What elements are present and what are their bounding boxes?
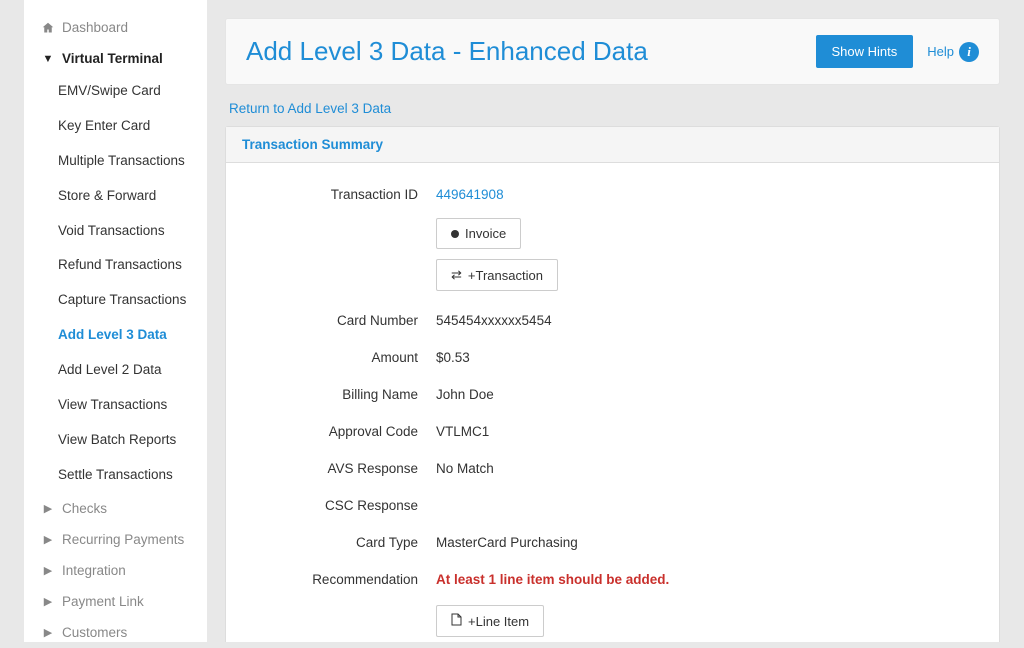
invoice-button[interactable]: Invoice (436, 218, 521, 249)
value-card-type: MasterCard Purchasing (436, 535, 979, 550)
value-card-number: 545454xxxxxx5454 (436, 313, 979, 328)
row-transaction-id: Transaction ID 449641908 Invoice ⇄ +Tran… (246, 187, 979, 291)
recommendation-text: At least 1 line item should be added. (436, 572, 669, 587)
header-actions: Show Hints Help i (816, 35, 980, 68)
sidebar-subitem-multiple[interactable]: Multiple Transactions (24, 144, 207, 179)
row-avs-response: AVS Response No Match (246, 461, 979, 476)
file-icon (451, 613, 462, 629)
sidebar-subitem-view-trans[interactable]: View Transactions (24, 388, 207, 423)
invoice-label: Invoice (465, 226, 506, 241)
info-icon: i (959, 42, 979, 62)
caret-right-icon: ▶ (42, 595, 54, 608)
sidebar-subitem-key-enter[interactable]: Key Enter Card (24, 109, 207, 144)
caret-right-icon: ▶ (42, 502, 54, 515)
help-link[interactable]: Help i (927, 42, 979, 62)
label-transaction-id: Transaction ID (246, 187, 436, 202)
panel-body: Transaction ID 449641908 Invoice ⇄ +Tran… (226, 163, 999, 642)
sidebar: Dashboard ▼ Virtual Terminal EMV/Swipe C… (24, 0, 207, 642)
transaction-id-link[interactable]: 449641908 (436, 187, 504, 202)
value-recommendation: At least 1 line item should be added. +L… (436, 572, 979, 637)
sidebar-subitem-capture[interactable]: Capture Transactions (24, 283, 207, 318)
label-amount: Amount (246, 350, 436, 365)
sidebar-subitem-view-batch[interactable]: View Batch Reports (24, 423, 207, 458)
caret-down-icon: ▼ (42, 53, 54, 65)
value-approval-code: VTLMC1 (436, 424, 979, 439)
page-title: Add Level 3 Data - Enhanced Data (246, 36, 648, 67)
sidebar-item-dashboard[interactable]: Dashboard (24, 12, 207, 43)
sidebar-subitem-store-forward[interactable]: Store & Forward (24, 179, 207, 214)
row-approval-code: Approval Code VTLMC1 (246, 424, 979, 439)
sidebar-subitem-settle[interactable]: Settle Transactions (24, 458, 207, 493)
sidebar-label: Recurring Payments (62, 532, 184, 547)
show-hints-button[interactable]: Show Hints (816, 35, 914, 68)
label-csc-response: CSC Response (246, 498, 436, 513)
label-card-type: Card Type (246, 535, 436, 550)
page-header: Add Level 3 Data - Enhanced Data Show Hi… (225, 18, 1000, 85)
sidebar-item-customers[interactable]: ▶ Customers (24, 617, 207, 648)
return-link[interactable]: Return to Add Level 3 Data (225, 85, 395, 126)
sidebar-label: Dashboard (62, 20, 128, 35)
sidebar-item-recurring[interactable]: ▶ Recurring Payments (24, 524, 207, 555)
sidebar-item-checks[interactable]: ▶ Checks (24, 493, 207, 524)
row-card-type: Card Type MasterCard Purchasing (246, 535, 979, 550)
row-amount: Amount $0.53 (246, 350, 979, 365)
add-transaction-button[interactable]: ⇄ +Transaction (436, 259, 558, 291)
sidebar-label: Checks (62, 501, 107, 516)
main-content: Add Level 3 Data - Enhanced Data Show Hi… (207, 0, 1000, 642)
caret-right-icon: ▶ (42, 564, 54, 577)
sidebar-subitem-add-l3[interactable]: Add Level 3 Data (24, 318, 207, 353)
label-approval-code: Approval Code (246, 424, 436, 439)
transaction-summary-panel: Transaction Summary Transaction ID 44964… (225, 126, 1000, 642)
add-transaction-label: +Transaction (468, 268, 543, 283)
sidebar-label: Customers (62, 625, 127, 640)
sidebar-subitem-void[interactable]: Void Transactions (24, 214, 207, 249)
record-icon (451, 230, 459, 238)
label-billing-name: Billing Name (246, 387, 436, 402)
value-amount: $0.53 (436, 350, 979, 365)
sidebar-item-payment-link[interactable]: ▶ Payment Link (24, 586, 207, 617)
sidebar-item-integration[interactable]: ▶ Integration (24, 555, 207, 586)
sidebar-subitem-refund[interactable]: Refund Transactions (24, 248, 207, 283)
value-billing-name: John Doe (436, 387, 979, 402)
caret-right-icon: ▶ (42, 626, 54, 639)
swap-icon: ⇄ (451, 267, 462, 283)
label-avs-response: AVS Response (246, 461, 436, 476)
value-transaction-id: 449641908 Invoice ⇄ +Transaction (436, 187, 979, 291)
add-line-item-button[interactable]: +Line Item (436, 605, 544, 637)
value-avs-response: No Match (436, 461, 979, 476)
add-line-item-label: +Line Item (468, 614, 529, 629)
sidebar-subitem-emv[interactable]: EMV/Swipe Card (24, 74, 207, 109)
sidebar-label: Virtual Terminal (62, 51, 163, 66)
sidebar-label: Payment Link (62, 594, 144, 609)
label-recommendation: Recommendation (246, 572, 436, 587)
panel-header: Transaction Summary (226, 127, 999, 163)
sidebar-label: Integration (62, 563, 126, 578)
help-label: Help (927, 44, 954, 59)
label-card-number: Card Number (246, 313, 436, 328)
sidebar-item-virtual-terminal[interactable]: ▼ Virtual Terminal (24, 43, 207, 74)
home-icon (42, 22, 54, 34)
sidebar-subitem-add-l2[interactable]: Add Level 2 Data (24, 353, 207, 388)
row-csc-response: CSC Response (246, 498, 979, 513)
caret-right-icon: ▶ (42, 533, 54, 546)
row-card-number: Card Number 545454xxxxxx5454 (246, 313, 979, 328)
row-billing-name: Billing Name John Doe (246, 387, 979, 402)
row-recommendation: Recommendation At least 1 line item shou… (246, 572, 979, 637)
